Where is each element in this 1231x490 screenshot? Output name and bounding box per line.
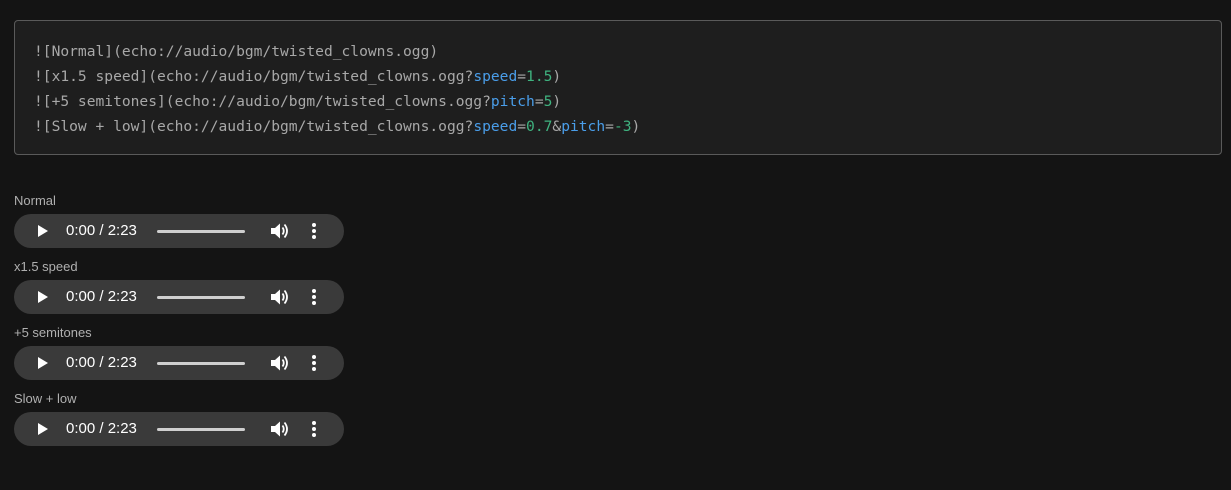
audio-player: 0:00 / 2:23 xyxy=(14,214,344,248)
param-key: pitch xyxy=(490,93,535,110)
code-block: ![Normal](echo://audio/bgm/twisted_clown… xyxy=(14,20,1222,155)
code-text: ) xyxy=(631,118,641,135)
seek-bar[interactable] xyxy=(157,230,245,233)
time-display: 0:00 / 2:23 xyxy=(66,420,137,437)
audio-label: Normal xyxy=(14,193,56,208)
more-vertical-icon[interactable] xyxy=(310,288,318,306)
code-line: ![x1.5 speed](echo://audio/bgm/twisted_c… xyxy=(34,64,1221,89)
audio-label: x1.5 speed xyxy=(14,259,78,274)
code-line: ![+5 semitones](echo://audio/bgm/twisted… xyxy=(34,89,1221,114)
volume-icon[interactable] xyxy=(270,420,290,438)
param-equals: = xyxy=(605,118,614,135)
code-text: ![Normal](echo://audio/bgm/twisted_clown… xyxy=(34,43,439,60)
param-key: speed xyxy=(473,118,518,135)
audio-label: Slow + low xyxy=(14,391,77,406)
code-line: ![Slow + low](echo://audio/bgm/twisted_c… xyxy=(34,114,1221,139)
code-line: ![Normal](echo://audio/bgm/twisted_clown… xyxy=(34,39,1221,64)
seek-bar[interactable] xyxy=(157,296,245,299)
time-display: 0:00 / 2:23 xyxy=(66,288,137,305)
code-text: ![+5 semitones](echo://audio/bgm/twisted… xyxy=(34,93,491,110)
volume-icon[interactable] xyxy=(270,222,290,240)
code-text: ![Slow + low](echo://audio/bgm/twisted_c… xyxy=(34,118,474,135)
seek-bar[interactable] xyxy=(157,428,245,431)
audio-player: 0:00 / 2:23 xyxy=(14,412,344,446)
param-key: pitch xyxy=(561,118,606,135)
param-separator: & xyxy=(552,118,562,135)
audio-item: Slow + low 0:00 / 2:23 xyxy=(14,390,344,456)
more-vertical-icon[interactable] xyxy=(310,420,318,438)
volume-icon[interactable] xyxy=(270,354,290,372)
play-icon[interactable] xyxy=(38,423,48,435)
play-icon[interactable] xyxy=(38,291,48,303)
time-display: 0:00 / 2:23 xyxy=(66,222,137,239)
param-equals: = xyxy=(534,93,544,110)
param-value: 0.7 xyxy=(526,118,553,135)
time-display: 0:00 / 2:23 xyxy=(66,354,137,371)
param-value: -3 xyxy=(613,118,632,135)
audio-player-list: Normal 0:00 / 2:23 x1.5 speed 0:00 / 2:2… xyxy=(14,192,344,456)
code-text: ![x1.5 speed](echo://audio/bgm/twisted_c… xyxy=(34,68,474,85)
play-icon[interactable] xyxy=(38,357,48,369)
audio-label: +5 semitones xyxy=(14,325,92,340)
more-vertical-icon[interactable] xyxy=(310,222,318,240)
code-text: ) xyxy=(552,93,562,110)
param-value: 1.5 xyxy=(526,68,553,85)
param-equals: = xyxy=(517,118,527,135)
volume-icon[interactable] xyxy=(270,288,290,306)
audio-player: 0:00 / 2:23 xyxy=(14,346,344,380)
audio-item: x1.5 speed 0:00 / 2:23 xyxy=(14,258,344,324)
seek-bar[interactable] xyxy=(157,362,245,365)
param-key: speed xyxy=(473,68,518,85)
audio-item: Normal 0:00 / 2:23 xyxy=(14,192,344,258)
play-icon[interactable] xyxy=(38,225,48,237)
code-text: ) xyxy=(552,68,562,85)
audio-player: 0:00 / 2:23 xyxy=(14,280,344,314)
audio-item: +5 semitones 0:00 / 2:23 xyxy=(14,324,344,390)
more-vertical-icon[interactable] xyxy=(310,354,318,372)
param-equals: = xyxy=(517,68,527,85)
